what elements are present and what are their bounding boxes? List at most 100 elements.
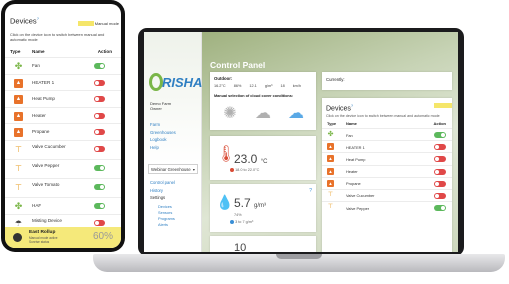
logo-ring-icon xyxy=(149,73,163,91)
sun-icon[interactable]: ✺ xyxy=(216,102,244,126)
sidebar-item-farm[interactable]: Farm xyxy=(150,121,176,129)
humidity-card: ? 💧 5.7 g/m³ 74% 3 to 7 g/m³ xyxy=(210,184,316,232)
help-icon[interactable]: ? xyxy=(37,16,39,21)
heater-icon[interactable]: ▲ xyxy=(327,143,334,151)
device-toggle[interactable] xyxy=(94,219,105,226)
outdoor-values: 16.2°C 86% 12.1 g/m³ 18 km/h xyxy=(214,84,301,88)
user-role: Owner xyxy=(150,106,162,111)
greenhouse-subnav: Control panel History Settings xyxy=(150,179,175,202)
device-row: ✤ HAF xyxy=(5,196,121,214)
heater-icon[interactable]: ▲ xyxy=(14,95,23,105)
phone-devices-list: ✤ Fan ▲ HEATER 1 ▲ Heat Pump ▲ Heater ▲ Propane ⊤ V… xyxy=(5,57,121,233)
rollup-desc: Manual mode active Sunrise status xyxy=(29,236,58,244)
device-row: ⊤ Valve Tomato xyxy=(5,177,121,197)
sidebar-item-logbook[interactable]: Logbook xyxy=(150,136,176,144)
device-toggle[interactable] xyxy=(94,96,105,103)
device-toggle[interactable] xyxy=(94,129,105,136)
cloud-icon[interactable]: ☁ xyxy=(282,102,310,126)
heater-icon[interactable]: ▲ xyxy=(14,78,23,88)
device-name: HAF xyxy=(32,202,42,208)
sidebar-item-settings[interactable]: Settings xyxy=(150,194,175,202)
heater-icon[interactable]: ▲ xyxy=(327,155,334,163)
sidebar-item-history[interactable]: History xyxy=(150,187,175,195)
temperature-unit: °C xyxy=(260,159,268,165)
device-row: ▲ Heater xyxy=(322,164,452,177)
heater-icon[interactable]: ▲ xyxy=(14,111,23,121)
heater-icon[interactable]: ▲ xyxy=(327,179,334,187)
risha-logo[interactable]: RISHA xyxy=(149,72,202,94)
col-type-header: Type xyxy=(10,49,21,54)
help-icon[interactable]: ? xyxy=(309,188,312,194)
valve-icon[interactable]: ⊤ xyxy=(14,164,23,173)
rollup-desc-line2: Sunrise status xyxy=(29,239,50,244)
cloud-cover-selector: ✺ ☁ ☁ xyxy=(214,102,312,126)
device-toggle[interactable] xyxy=(434,132,446,138)
humidity-number: 5.7 xyxy=(234,196,251,210)
help-icon[interactable]: ? xyxy=(351,103,353,108)
humidity-range-text: 3 to 7 g/m³ xyxy=(235,220,254,224)
rollup-name: East Rollup xyxy=(29,230,56,235)
device-row: ⊤ Valve Cucumber xyxy=(5,139,121,159)
device-row: ⊤ Valve Pepper xyxy=(322,201,452,213)
col-type-header: Type xyxy=(327,121,337,126)
sidebar-item-control-panel[interactable]: Control panel xyxy=(150,179,175,187)
device-toggle[interactable] xyxy=(94,112,105,119)
fan-icon[interactable]: ✤ xyxy=(14,62,23,71)
device-toggle[interactable] xyxy=(94,202,105,209)
device-toggle[interactable] xyxy=(434,168,446,175)
device-name: HEATER 1 xyxy=(346,144,365,150)
device-name: Fan xyxy=(346,132,353,138)
humidity-range: 3 to 7 g/m³ xyxy=(230,220,253,224)
col-action-header: Action xyxy=(433,121,446,126)
rollup-icon[interactable] xyxy=(13,233,22,242)
valve-icon[interactable]: ⊤ xyxy=(14,183,23,192)
device-row: ✤ Fan xyxy=(322,128,452,140)
device-toggle[interactable] xyxy=(434,205,446,212)
device-toggle[interactable] xyxy=(94,183,105,190)
device-name: Valve Cucumber xyxy=(346,193,375,199)
phone-frame: Devices? Manual mode Click on the device… xyxy=(1,0,125,252)
sidebar-nav: Farm Greenhouses Logbook Help xyxy=(150,121,176,151)
user-info: Demo Farm Owner xyxy=(150,101,171,111)
outdoor-card: Outdoor: 16.2°C 86% 12.1 g/m³ 18 km/h Ma… xyxy=(210,72,316,130)
sidebar-item-greenhouses[interactable]: Greenhouses xyxy=(150,129,176,137)
greenhouse-select[interactable]: Webinar Greenhouse ▾ xyxy=(148,164,198,174)
phone-devices-title-text: Devices xyxy=(10,16,37,26)
valve-icon[interactable]: ⊤ xyxy=(327,204,334,211)
device-toggle[interactable] xyxy=(94,63,105,69)
device-row: ▲ Heat Pump xyxy=(322,152,452,164)
device-toggle[interactable] xyxy=(434,156,446,163)
device-toggle[interactable] xyxy=(434,180,446,187)
device-toggle[interactable] xyxy=(94,164,105,171)
devices-table: ✤ Fan ▲ HEATER 1 ▲ Heat Pump ▲ Heater ▲ Propane ⊤ V… xyxy=(322,128,452,213)
device-toggle[interactable] xyxy=(94,79,105,86)
device-toggle[interactable] xyxy=(94,145,105,152)
device-toggle[interactable] xyxy=(434,192,446,199)
laptop-screen: RISHA Demo Farm Owner Farm Greenhouses L… xyxy=(144,32,458,252)
heater-icon[interactable]: ▲ xyxy=(327,167,334,175)
heater-icon[interactable]: ▲ xyxy=(14,128,23,138)
device-row: ▲ Propane xyxy=(322,176,452,189)
sidebar-item-alerts[interactable]: Alerts xyxy=(158,222,175,228)
fan-icon[interactable]: ✤ xyxy=(14,201,23,211)
device-toggle[interactable] xyxy=(434,144,446,151)
cloud-sun-icon[interactable]: ☁ xyxy=(249,102,277,126)
valve-icon[interactable]: ⊤ xyxy=(14,145,23,154)
rollup-row[interactable]: East Rollup Manual mode active Sunrise s… xyxy=(5,227,121,248)
fan-icon[interactable]: ✤ xyxy=(327,131,334,138)
co2-value: 10 xyxy=(234,242,247,252)
sidebar-item-help[interactable]: Help xyxy=(150,144,176,152)
device-name: Heat Pump xyxy=(32,96,55,102)
temperature-card: 🌡 23.0 °C 18.0 to 22.0°C xyxy=(210,136,316,180)
valve-icon[interactable]: ⊤ xyxy=(327,192,334,199)
device-row: ▲ Propane xyxy=(5,123,121,140)
outdoor-label: Outdoor: xyxy=(214,76,233,81)
laptop-notch xyxy=(276,254,322,259)
outdoor-wind: 18 km/h xyxy=(280,84,302,88)
water-drop-icon: 💧 xyxy=(216,194,234,210)
page-title: Control Panel xyxy=(210,60,266,70)
device-name: Misting Device xyxy=(32,217,62,223)
greenhouse-select-value: Webinar Greenhouse xyxy=(151,167,191,172)
currently-label: Currently: xyxy=(326,77,345,82)
device-row: ▲ Heat Pump xyxy=(5,90,121,107)
